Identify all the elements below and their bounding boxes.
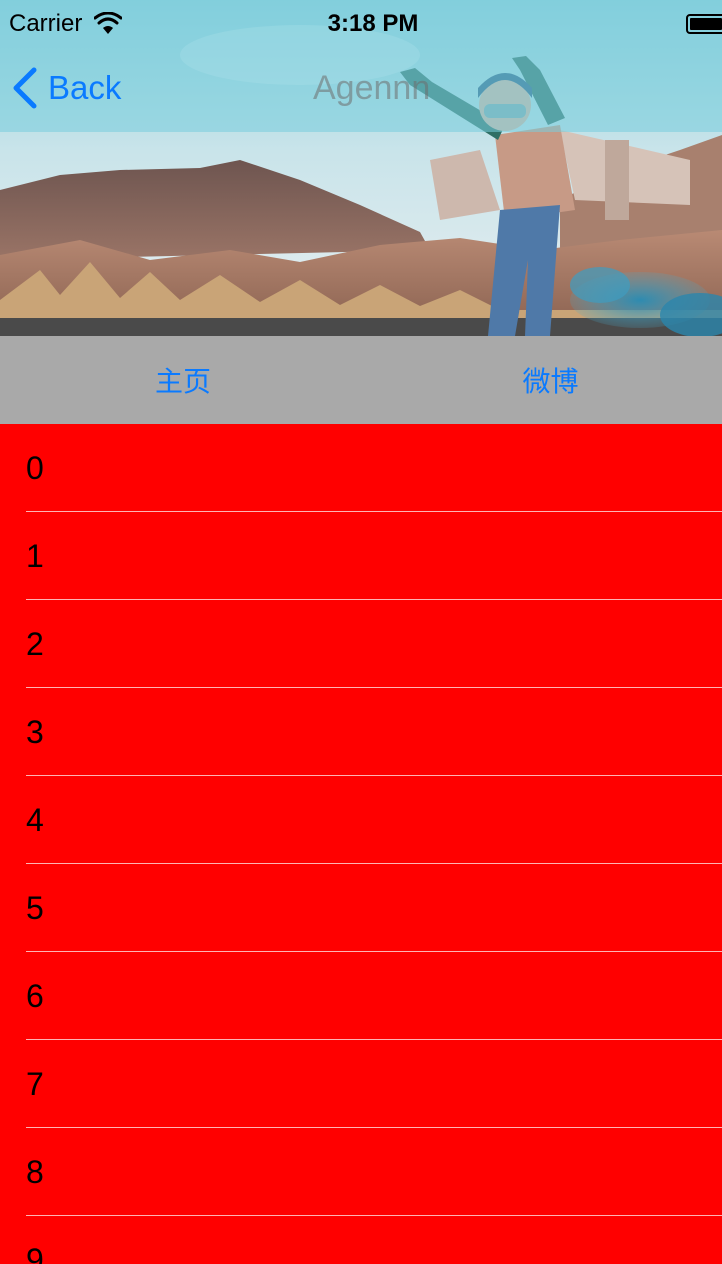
list-item-label: 8 xyxy=(26,1154,44,1190)
status-time: 3:18 PM xyxy=(327,10,419,37)
status-bar: Carrier 3:18 PM xyxy=(0,0,722,48)
tab-home-label: 主页 xyxy=(155,365,212,398)
tab-weibo[interactable]: 微博 xyxy=(355,336,722,424)
list-item[interactable]: 4 xyxy=(0,776,722,864)
list-item-label: 1 xyxy=(26,538,44,574)
back-button-label: Back xyxy=(48,69,122,106)
list-item-label: 3 xyxy=(26,714,44,750)
tab-weibo-label: 微博 xyxy=(522,365,579,398)
list-item-label: 6 xyxy=(26,978,44,1014)
segmented-tab-bar: 主页 微博 xyxy=(0,336,722,424)
back-button[interactable]: Back xyxy=(10,64,121,112)
chevron-left-icon xyxy=(13,67,37,109)
list-item-label: 9 xyxy=(26,1242,44,1264)
list-item[interactable]: 7 xyxy=(0,1040,722,1128)
list-item-label: 5 xyxy=(26,890,44,926)
list-item[interactable]: 0 xyxy=(0,424,722,512)
list-item-label: 2 xyxy=(26,626,44,662)
app-screen: Carrier 3:18 PM Back Agennn 主页 微博 0 1 2 … xyxy=(0,0,722,1264)
battery-icon xyxy=(686,14,722,34)
list-item-label: 4 xyxy=(26,802,44,838)
list-item[interactable]: 1 xyxy=(0,512,722,600)
nav-title: Agennn xyxy=(313,69,431,107)
table-list: 0 1 2 3 4 5 6 7 8 9 xyxy=(0,424,722,1264)
list-item[interactable]: 3 xyxy=(0,688,722,776)
tab-home[interactable]: 主页 xyxy=(0,336,355,424)
list-item-label: 0 xyxy=(26,450,44,486)
list-item[interactable]: 5 xyxy=(0,864,722,952)
list-item[interactable]: 8 xyxy=(0,1128,722,1216)
list-item[interactable]: 2 xyxy=(0,600,722,688)
list-item-label: 7 xyxy=(26,1066,44,1102)
list-item[interactable]: 6 xyxy=(0,952,722,1040)
list-item[interactable]: 9 xyxy=(0,1216,722,1264)
